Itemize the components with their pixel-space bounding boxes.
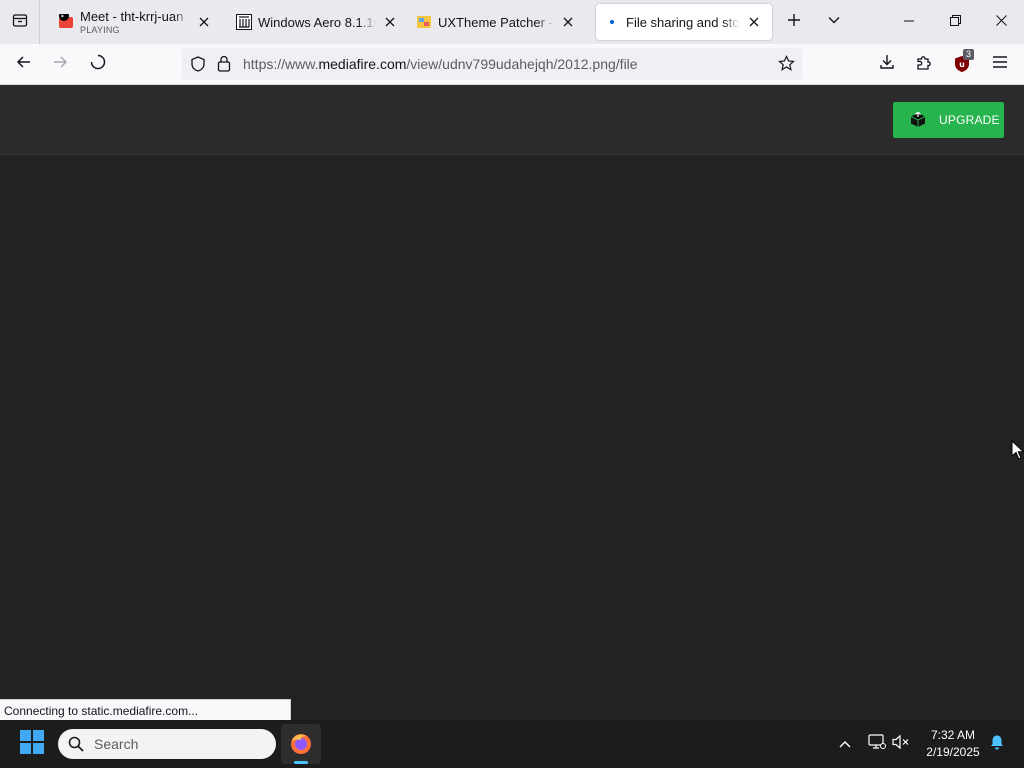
hamburger-menu-icon: [992, 55, 1008, 74]
back-arrow-icon: [16, 54, 32, 75]
bookmark-star-icon[interactable]: [778, 55, 795, 77]
site-icon: [416, 14, 432, 30]
taskbar-search-box[interactable]: Search: [58, 729, 276, 759]
tracking-protection-shield-icon[interactable]: [190, 56, 206, 77]
tab-meet[interactable]: Meet - tht-krrj-uan PLAYING: [50, 4, 222, 40]
close-tab-icon[interactable]: [380, 12, 400, 32]
tab-playing-label: PLAYING: [80, 25, 120, 35]
svg-text:u: u: [959, 60, 965, 69]
loading-spinner-icon: [90, 54, 106, 75]
clock-time: 7:32 AM: [930, 728, 976, 742]
tab-title: File sharing and storag: [626, 14, 740, 30]
network-icon: [868, 733, 886, 755]
address-bar[interactable]: https://www.mediafire.com/view/udnv799ud…: [182, 48, 802, 80]
windows-taskbar: Search 7:32 AM 2/19/2025: [0, 720, 1024, 768]
download-icon: [879, 54, 895, 75]
chevron-up-icon: [839, 735, 851, 753]
status-panel: Connecting to static.mediafire.com...: [0, 699, 291, 720]
clock-date: 2/19/2025: [926, 745, 980, 759]
close-window-button[interactable]: [978, 0, 1024, 44]
show-hidden-icons-button[interactable]: [833, 732, 857, 756]
windows-logo-icon: [20, 729, 44, 759]
tab-file-sharing[interactable]: File sharing and storag: [596, 4, 772, 40]
network-status[interactable]: [865, 732, 889, 756]
lock-icon[interactable]: [217, 55, 231, 77]
notification-bell-icon: [989, 734, 1005, 755]
plus-icon: [787, 13, 801, 32]
forward-arrow-icon: [52, 54, 68, 75]
firefox-view-icon: [12, 12, 28, 33]
minimize-button[interactable]: [886, 0, 932, 44]
volume-muted-icon: [892, 734, 910, 755]
downloads-button[interactable]: [871, 48, 903, 80]
meet-icon: [58, 14, 74, 30]
navigation-toolbar: https://www.mediafire.com/view/udnv799ud…: [0, 44, 1024, 85]
back-button[interactable]: [8, 48, 40, 80]
ublock-shield-icon: u 3: [954, 49, 975, 73]
url-host: mediafire.com: [318, 56, 407, 72]
tab-uxtheme-patcher[interactable]: UXTheme Patcher - Ena: [408, 4, 586, 40]
firefox-icon: [289, 732, 313, 756]
tab-title: Windows Aero 8.1.1v 2: [258, 14, 376, 30]
restore-icon: [949, 13, 961, 31]
tab-title: Meet - tht-krrj-uan: [80, 9, 184, 24]
search-placeholder: Search: [94, 736, 139, 752]
running-indicator: [294, 761, 308, 764]
close-tab-icon[interactable]: [558, 12, 578, 32]
taskbar-clock[interactable]: 7:32 AM 2/19/2025: [916, 727, 990, 761]
mediafire-header: UPGRADE: [0, 85, 1024, 155]
url-scheme: https://www.: [243, 56, 319, 72]
forward-button[interactable]: [44, 48, 76, 80]
puzzle-piece-icon: [916, 54, 932, 75]
page-body: [0, 155, 1024, 720]
extension-badge: 3: [963, 49, 975, 60]
restore-button[interactable]: [932, 0, 978, 44]
firefox-view-button[interactable]: [0, 0, 40, 44]
url-text[interactable]: https://www.mediafire.com/view/udnv799ud…: [243, 56, 638, 72]
wikipedia-icon: [236, 14, 252, 30]
ublock-origin-button[interactable]: u 3: [946, 48, 978, 80]
extensions-button[interactable]: [908, 48, 940, 80]
list-all-tabs-button[interactable]: [814, 0, 854, 44]
close-tab-icon[interactable]: [744, 12, 764, 32]
upgrade-cube-icon: [909, 112, 927, 128]
volume-status[interactable]: [889, 732, 913, 756]
tab-windows-aero[interactable]: Windows Aero 8.1.1v 2: [228, 4, 408, 40]
new-tab-button[interactable]: [774, 0, 814, 44]
taskbar-app-firefox[interactable]: [281, 724, 321, 764]
start-button[interactable]: [16, 729, 48, 759]
upgrade-label: UPGRADE: [939, 113, 1000, 127]
url-path: /view/udnv799udahejqh/2012.png/file: [406, 56, 638, 72]
chevron-down-icon: [827, 13, 841, 32]
tab-strip: Meet - tht-krrj-uan PLAYING Windows Aero…: [0, 0, 1024, 44]
search-icon: [68, 736, 84, 752]
notification-center-button[interactable]: [985, 732, 1009, 756]
stop-loading-button[interactable]: [82, 48, 114, 80]
upgrade-button[interactable]: UPGRADE: [893, 102, 1004, 138]
close-tab-icon[interactable]: [194, 12, 214, 32]
minimize-icon: [904, 13, 914, 31]
close-icon: [995, 13, 1007, 31]
mouse-cursor-icon: [1011, 439, 1024, 465]
loading-dot-icon: [604, 14, 620, 30]
app-menu-button[interactable]: [984, 48, 1016, 80]
tab-title: UXTheme Patcher - Ena: [438, 14, 554, 30]
